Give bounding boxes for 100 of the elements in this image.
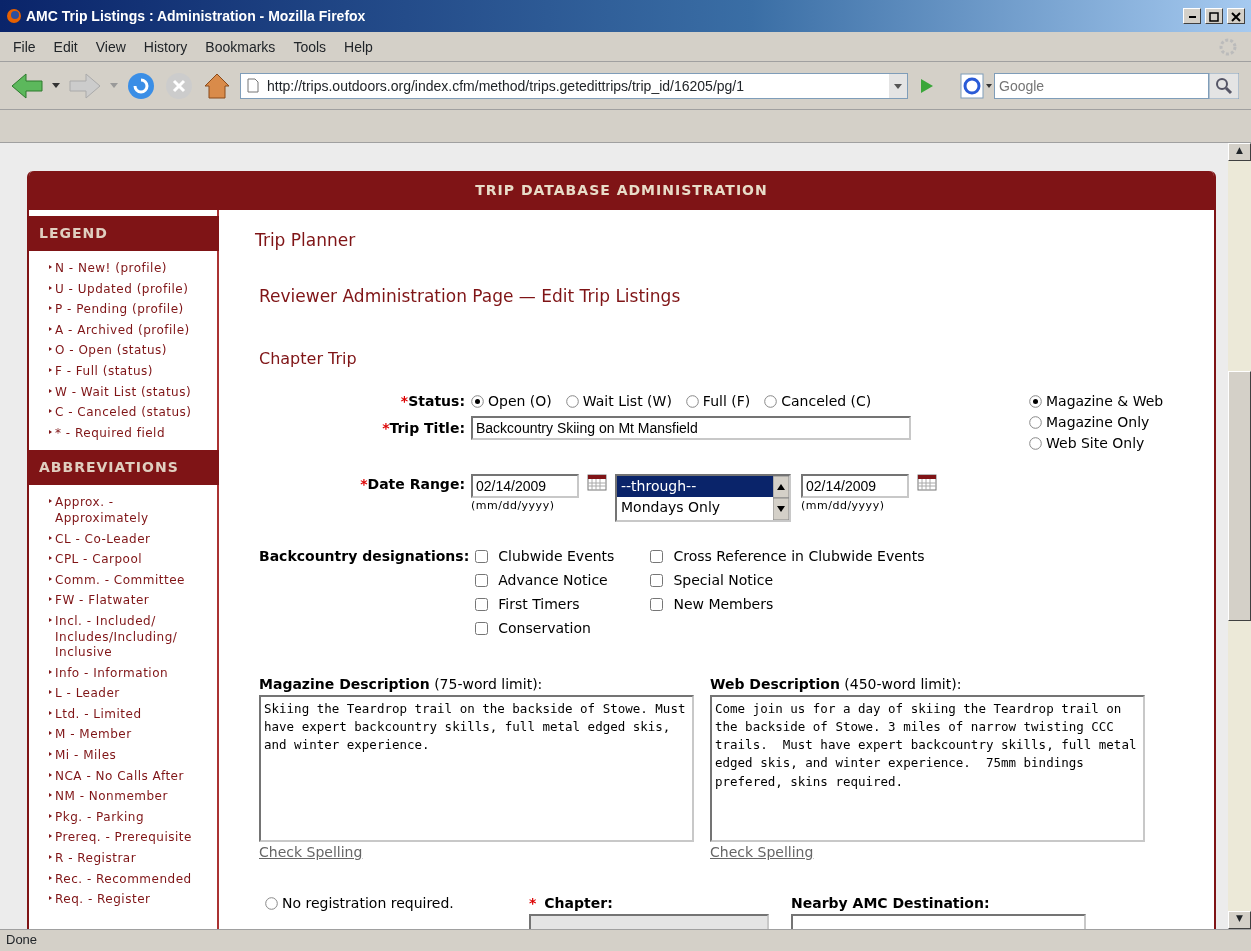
calendar-icon[interactable] — [587, 474, 607, 491]
search-field[interactable]: Google — [994, 72, 1209, 99]
radio-button[interactable] — [1029, 416, 1042, 429]
checkbox[interactable] — [650, 574, 664, 587]
required-mark: * — [360, 476, 368, 492]
required-mark: * — [529, 894, 537, 913]
date-field[interactable]: 02/14/2009 — [471, 474, 579, 498]
checkbox[interactable] — [475, 598, 489, 611]
sidebar-item: Prereq. - Prerequisite — [29, 828, 217, 850]
address-bar[interactable]: http://trips.outdoors.org/index.cfm/method/trips.getedittrips/trip_id/16205/pg/1 — [240, 72, 908, 99]
scroll-arrows-icon[interactable] — [773, 476, 789, 520]
minimize-icon — [1188, 15, 1196, 18]
option-label: Full (F) — [702, 392, 751, 411]
menu-item[interactable]: Help — [337, 36, 380, 57]
checkbox[interactable] — [650, 598, 664, 611]
sidebar-item: Rec. - Recommended — [29, 869, 217, 891]
radio-button[interactable] — [471, 395, 484, 408]
sidebar-item: R - Registrar — [29, 849, 217, 870]
radio-button[interactable] — [565, 395, 579, 408]
menu-item[interactable]: Edit — [46, 36, 85, 57]
scrollbar-thumb[interactable] — [1228, 371, 1251, 621]
spelling-link[interactable]: Check Spelling — [710, 844, 814, 860]
sidebar-item: U - Updated (profile) — [29, 279, 217, 301]
field-label: Chapter: — [544, 894, 613, 913]
list-option[interactable]: --through-- — [617, 476, 773, 497]
url-text: http://trips.outdoors.org/index.cfm/method/trips.getedittrips/trip_id/16205/pg/1 — [267, 77, 746, 94]
page-icon — [247, 78, 259, 93]
search-icon[interactable] — [1209, 72, 1239, 99]
page-title: Trip Planner — [255, 229, 357, 252]
sidebar-item: Mi - Miles — [29, 746, 217, 767]
sidebar-item: M - Member — [29, 725, 217, 747]
maximize-button[interactable] — [1205, 8, 1223, 24]
text-area[interactable]: Skiing the Teardrop trail on the backside of Stowe. Must have expert backcountry skills, full metal edged skis, and winter experience. — [259, 695, 694, 842]
sidebar-item: CL - Co-Leader — [29, 529, 217, 551]
menu-item[interactable]: File — [6, 36, 43, 57]
option-label: Magazine Only — [1046, 413, 1150, 432]
select-field[interactable] — [529, 914, 769, 929]
scroll-down-button[interactable]: ▼ — [1228, 911, 1251, 929]
back-arrow-icon[interactable] — [10, 70, 44, 101]
section-title: Chapter Trip — [259, 348, 358, 370]
checkbox[interactable] — [475, 550, 489, 563]
firefox-icon — [6, 8, 22, 24]
option-label: Cross Reference in Clubwide Events — [673, 547, 925, 566]
radio-button[interactable] — [1029, 437, 1042, 450]
dropdown-arrow-icon[interactable] — [52, 82, 60, 89]
radio-button[interactable] — [685, 395, 699, 408]
sidebar-item: Req. - Register — [29, 890, 217, 911]
status-text: Done — [0, 929, 1251, 950]
menu-item[interactable]: Tools — [286, 36, 334, 57]
option-label: No registration required. — [282, 894, 454, 913]
option-label: Special Notice — [673, 571, 774, 590]
sidebar-item: CPL - Carpool — [29, 550, 217, 571]
menu-item[interactable]: Bookmarks — [198, 36, 283, 57]
window-title: AMC Trip Listings : Administration - Mozilla Firefox — [26, 8, 367, 24]
menu-item[interactable]: History — [136, 36, 195, 57]
checkbox[interactable] — [475, 622, 489, 635]
reload-icon[interactable] — [126, 70, 156, 101]
option-label: Open (O) — [488, 392, 552, 411]
sidebar-item: C - Canceled (status) — [29, 403, 217, 424]
radio-button[interactable] — [265, 897, 278, 910]
radio-button[interactable] — [764, 395, 778, 408]
radio-button[interactable] — [1029, 395, 1042, 408]
sidebar-item: Incl. - Included/ Includes/Including/ Inclusive — [29, 611, 217, 664]
list-box[interactable]: --through-- Mondays Only — [615, 474, 791, 522]
spelling-link[interactable]: Check Spelling — [259, 844, 363, 860]
field-hint: (mm/dd/yyyy) — [471, 498, 556, 514]
scroll-up-button[interactable]: ▲ — [1228, 143, 1251, 161]
sidebar-item: Approx. - Approximately — [29, 493, 217, 530]
select-field[interactable] — [791, 914, 1086, 929]
minimize-button[interactable] — [1183, 8, 1201, 24]
text-area[interactable]: Come join us for a day of skiing the Teardrop trail on the backside of Stowe. 3 miles of narrow twisting CCC trails. Must have expert backcountry skills, full metal edged skis, and winter experience. 75mm bindings prefered, skins required. — [710, 695, 1145, 842]
sidebar-item: Info - Information — [29, 663, 217, 685]
checkbox[interactable] — [650, 550, 664, 563]
sidebar-item: W - Wait List (status) — [29, 382, 217, 404]
sidebar-item: P - Pending (profile) — [29, 300, 217, 321]
sidebar-item: * - Required field — [29, 423, 217, 445]
menu-item[interactable]: View — [88, 36, 133, 57]
sidebar-heading: LEGEND — [27, 216, 219, 251]
checkbox[interactable] — [475, 574, 489, 587]
throbber-icon — [1218, 36, 1238, 57]
calendar-icon[interactable] — [917, 474, 937, 491]
sidebar-heading: ABBREVIATIONS — [27, 450, 219, 486]
text-field[interactable]: Backcountry Skiing on Mt Mansfield — [471, 416, 911, 440]
required-mark: * — [382, 419, 390, 436]
sidebar-item: Comm. - Committee — [29, 570, 217, 592]
option-label: Clubwide Events — [498, 547, 615, 566]
list-option[interactable]: Mondays Only — [617, 497, 773, 518]
field-label: Trip Title: — [389, 419, 465, 436]
search-engine-icon[interactable] — [960, 72, 994, 99]
date-field[interactable]: 02/14/2009 — [801, 474, 909, 498]
maximize-icon — [1209, 11, 1219, 22]
field-hint: (mm/dd/yyyy) — [801, 498, 886, 514]
option-label: Web Site Only — [1046, 434, 1145, 453]
field-hint: (75-word limit): — [434, 676, 543, 692]
option-label: Canceled (C) — [781, 392, 872, 411]
option-label: First Timers — [498, 595, 580, 614]
field-label: Magazine Description — [259, 676, 430, 692]
close-button[interactable] — [1227, 8, 1245, 24]
field-label: Backcountry designations: — [258, 547, 471, 566]
banner-title: TRIP DATABASE ADMINISTRATION — [29, 171, 1214, 210]
